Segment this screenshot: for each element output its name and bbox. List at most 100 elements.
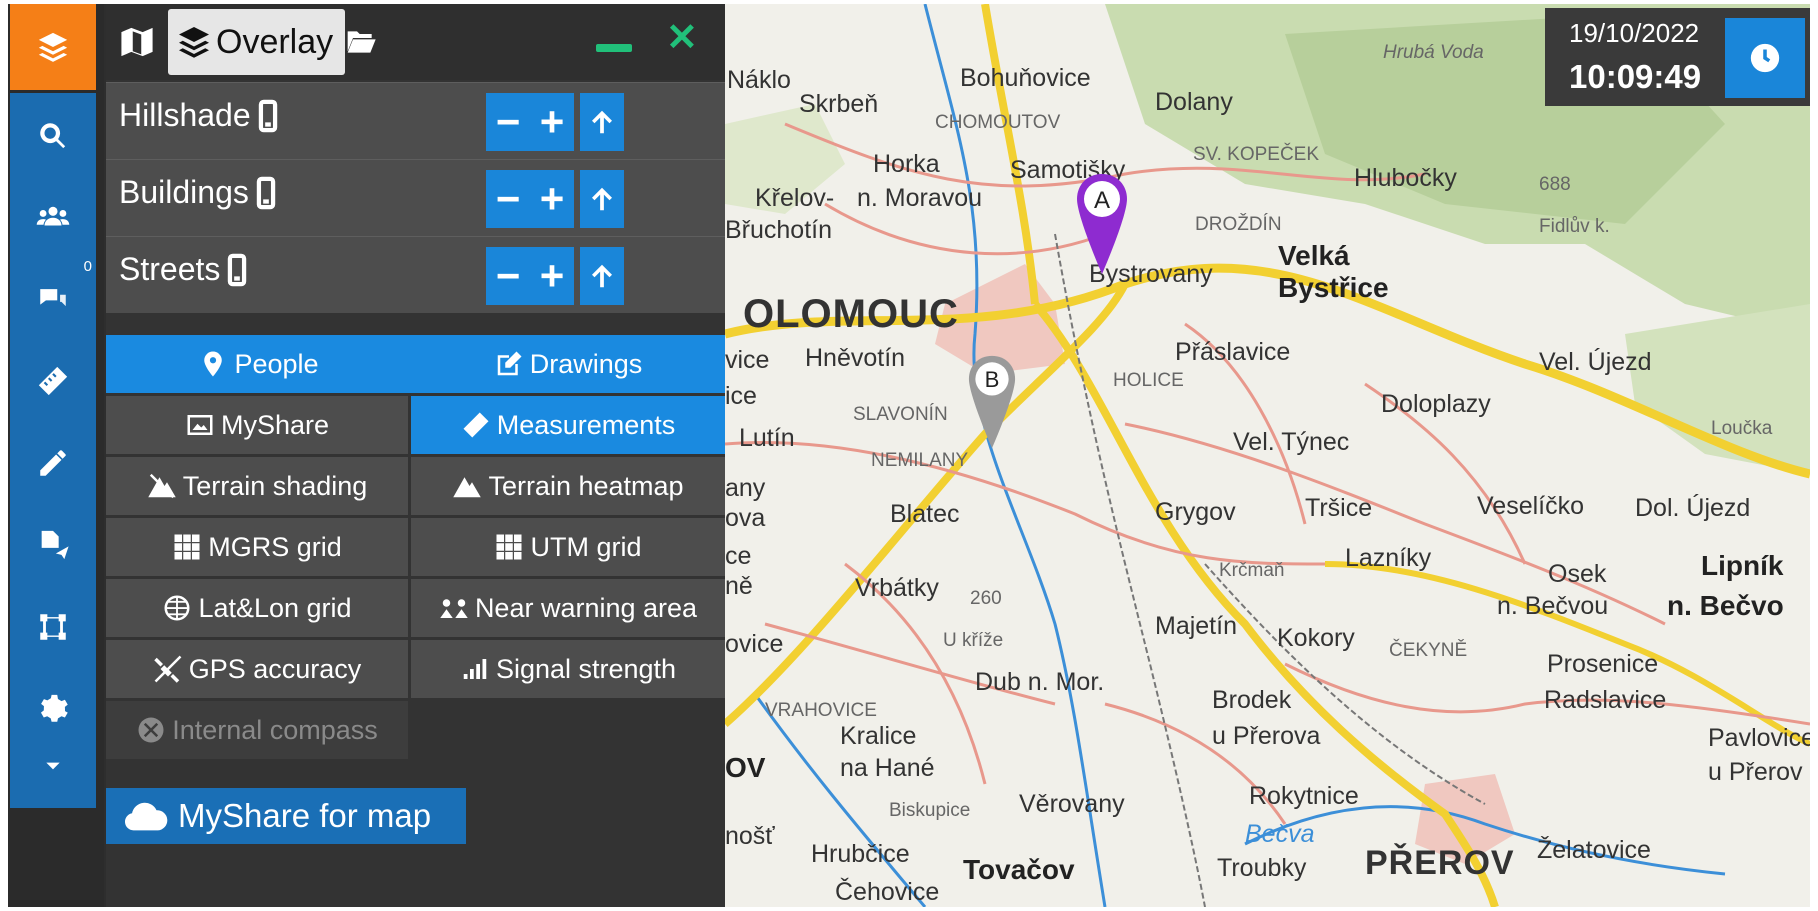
opacity-increase-button[interactable]: +: [530, 170, 574, 228]
place-label: SV. KOPEČEK: [1193, 144, 1320, 165]
place-label: Hrubá Voda: [1383, 42, 1484, 63]
search-button[interactable]: [10, 93, 96, 179]
opacity-decrease-button[interactable]: −: [486, 93, 530, 151]
place-label: Veselíčko: [1477, 492, 1585, 520]
toggle-drawings[interactable]: Drawings: [411, 335, 725, 393]
satellite-icon: [153, 655, 182, 683]
place-label: VRAHOVICE: [765, 700, 877, 721]
move-up-button[interactable]: [580, 170, 624, 228]
cloud-icon: [125, 802, 168, 831]
more-button[interactable]: [10, 748, 96, 808]
place-label: Vel. Týnec: [1233, 428, 1350, 456]
people-button[interactable]: [10, 174, 96, 260]
place-label: HOLICE: [1113, 370, 1184, 391]
map-view[interactable]: Náklo Skrbeň Bohuňovice Dolany CHOMOUTOV…: [725, 4, 1810, 907]
toggle-signal-strength[interactable]: Signal strength: [411, 640, 725, 698]
toggle-internal-compass[interactable]: Internal compass: [106, 701, 408, 759]
toggle-people[interactable]: People: [106, 335, 411, 393]
place-label: Blatec: [890, 500, 960, 528]
option-label: GPS accuracy: [188, 653, 362, 684]
phone-icon: [228, 253, 247, 286]
place-label: Bohuňovice: [960, 64, 1091, 92]
chevron-down-icon: [46, 762, 60, 770]
toggle-terrain-shading[interactable]: Terrain shading: [106, 457, 408, 515]
phone-icon: [258, 99, 277, 132]
option-label: MGRS grid: [208, 531, 342, 562]
folder-open-icon: [347, 31, 376, 53]
place-label: Tršice: [1305, 494, 1373, 522]
globe-grid-icon: [164, 595, 190, 621]
place-label: OLOMOUC: [743, 292, 959, 336]
pencil-icon: [40, 450, 66, 476]
ruler-icon: [463, 412, 489, 438]
gear-icon: [40, 694, 68, 722]
toggle-myshare[interactable]: MyShare: [106, 396, 408, 454]
option-label: Measurements: [496, 409, 676, 440]
opacity-increase-button[interactable]: +: [530, 247, 574, 305]
marker-a[interactable]: A: [1075, 172, 1129, 276]
panel-tab-bar: Overlay ✕: [106, 4, 725, 80]
close-icon[interactable]: ✕: [666, 18, 698, 58]
tab-overlay[interactable]: Overlay: [168, 9, 346, 75]
send-file-button[interactable]: [10, 502, 96, 588]
option-label: Lat&Lon grid: [198, 592, 352, 623]
toggle-mgrs-grid[interactable]: MGRS grid: [106, 518, 408, 576]
toggle-gps-accuracy[interactable]: GPS accuracy: [106, 640, 408, 698]
move-up-button[interactable]: [580, 93, 624, 151]
draw-button[interactable]: [10, 420, 96, 506]
place-label: ovice: [725, 630, 784, 658]
toggle-near-warning-area[interactable]: Near warning area: [411, 579, 725, 637]
measure-button[interactable]: [10, 338, 96, 424]
map-pin-icon: [204, 351, 223, 377]
place-label: na Hané: [840, 754, 935, 782]
tab-map[interactable]: [112, 9, 162, 75]
place-label: ně: [725, 572, 753, 600]
arrow-up-icon: [592, 187, 612, 211]
layers-button[interactable]: [10, 4, 96, 90]
place-label: CHOMOUTOV: [935, 112, 1061, 133]
opacity-decrease-button[interactable]: −: [486, 247, 530, 305]
marker-b[interactable]: B: [967, 354, 1017, 450]
app-window: 0 Overlay ✕ Hillshade − + Buildings − + …: [8, 4, 1810, 907]
send-file-icon: [41, 530, 69, 560]
myshare-for-map-button[interactable]: MyShare for map: [106, 788, 466, 844]
mountain-icon: [453, 477, 482, 498]
place-label: Lutín: [739, 424, 795, 452]
place-label: Fidlův k.: [1539, 216, 1610, 237]
place-label: Tovačov: [963, 854, 1075, 885]
grid-icon: [174, 534, 200, 560]
place-label: any: [725, 474, 766, 502]
place-label: Lipník: [1701, 550, 1784, 581]
minimize-button[interactable]: [596, 44, 632, 52]
clock-button[interactable]: [1725, 18, 1805, 98]
place-label: Radslavice: [1544, 686, 1667, 714]
layer-label: Streets: [119, 251, 221, 287]
place-label: Horka: [873, 150, 940, 178]
messages-button[interactable]: 0: [10, 256, 96, 342]
date-text: 19/10/2022: [1569, 18, 1700, 48]
phone-icon: [256, 176, 276, 209]
move-up-button[interactable]: [580, 247, 624, 305]
place-label: PŘEROV: [1365, 844, 1515, 882]
polygon-icon: [40, 614, 66, 640]
place-label: Břuchotín: [725, 216, 833, 244]
opacity-decrease-button[interactable]: −: [486, 170, 530, 228]
time-text: 10:09:49: [1569, 58, 1702, 95]
toggle-latlon-grid[interactable]: Lat&Lon grid: [106, 579, 408, 637]
toggle-utm-grid[interactable]: UTM grid: [411, 518, 725, 576]
tab-files[interactable]: [336, 9, 386, 75]
layers-icon: [38, 32, 68, 62]
settings-button[interactable]: [10, 666, 96, 752]
place-label: ova: [725, 504, 766, 532]
place-label: 260: [970, 588, 1002, 609]
opacity-increase-button[interactable]: +: [530, 93, 574, 151]
toggle-measurements[interactable]: Measurements: [411, 396, 725, 454]
place-label: nošť: [725, 822, 775, 850]
toggle-terrain-heatmap[interactable]: Terrain heatmap: [411, 457, 725, 515]
place-label: Biskupice: [889, 800, 971, 821]
area-button[interactable]: [10, 584, 96, 670]
place-label: n. Bečvou: [1497, 592, 1609, 620]
place-label: Hněvotín: [805, 344, 906, 372]
place-label: n. Moravou: [857, 184, 983, 212]
place-label: Hlubočky: [1354, 164, 1457, 192]
